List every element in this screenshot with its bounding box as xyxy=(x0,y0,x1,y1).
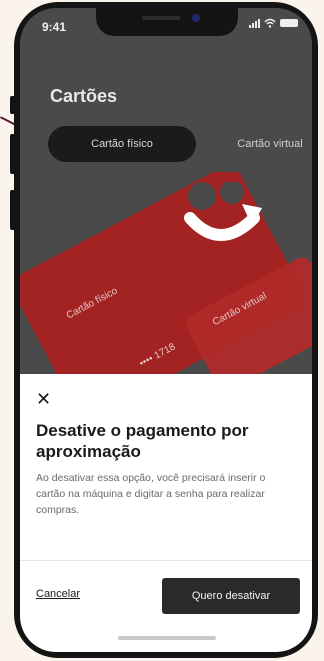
wifi-icon xyxy=(264,18,276,28)
camera-icon xyxy=(192,14,200,22)
speaker xyxy=(142,16,180,20)
brand-logo-icon xyxy=(184,182,262,241)
notch xyxy=(96,8,238,36)
battery-icon xyxy=(280,19,298,27)
phone-screen: 9:41 Cartões Cartão físico Cartão virtua… xyxy=(20,8,312,652)
cancel-button[interactable]: Cancelar xyxy=(36,588,80,600)
sheet-description: Ao desativar essa opção, você precisará … xyxy=(36,472,266,516)
signal-icon xyxy=(249,18,260,28)
bottom-sheet: ✕ Desative o pagamento por aproximação A… xyxy=(20,374,312,652)
divider xyxy=(20,560,312,561)
status-time: 9:41 xyxy=(42,20,67,34)
confirm-deactivate-button[interactable]: Quero desativar xyxy=(162,578,300,614)
card-illustration: Cartão físico •••• 1718 Cartão virtual xyxy=(20,172,312,382)
sheet-title: Desative o pagamento por aproximação xyxy=(36,421,249,461)
page-title: Cartões xyxy=(50,86,118,106)
close-icon[interactable]: ✕ xyxy=(36,390,54,408)
card-tabs: Cartão físico Cartão virtual xyxy=(48,126,312,162)
tab-physical-card[interactable]: Cartão físico xyxy=(48,126,196,162)
status-icons xyxy=(249,18,298,28)
tab-virtual-card[interactable]: Cartão virtual xyxy=(202,126,312,162)
home-indicator xyxy=(118,636,216,640)
